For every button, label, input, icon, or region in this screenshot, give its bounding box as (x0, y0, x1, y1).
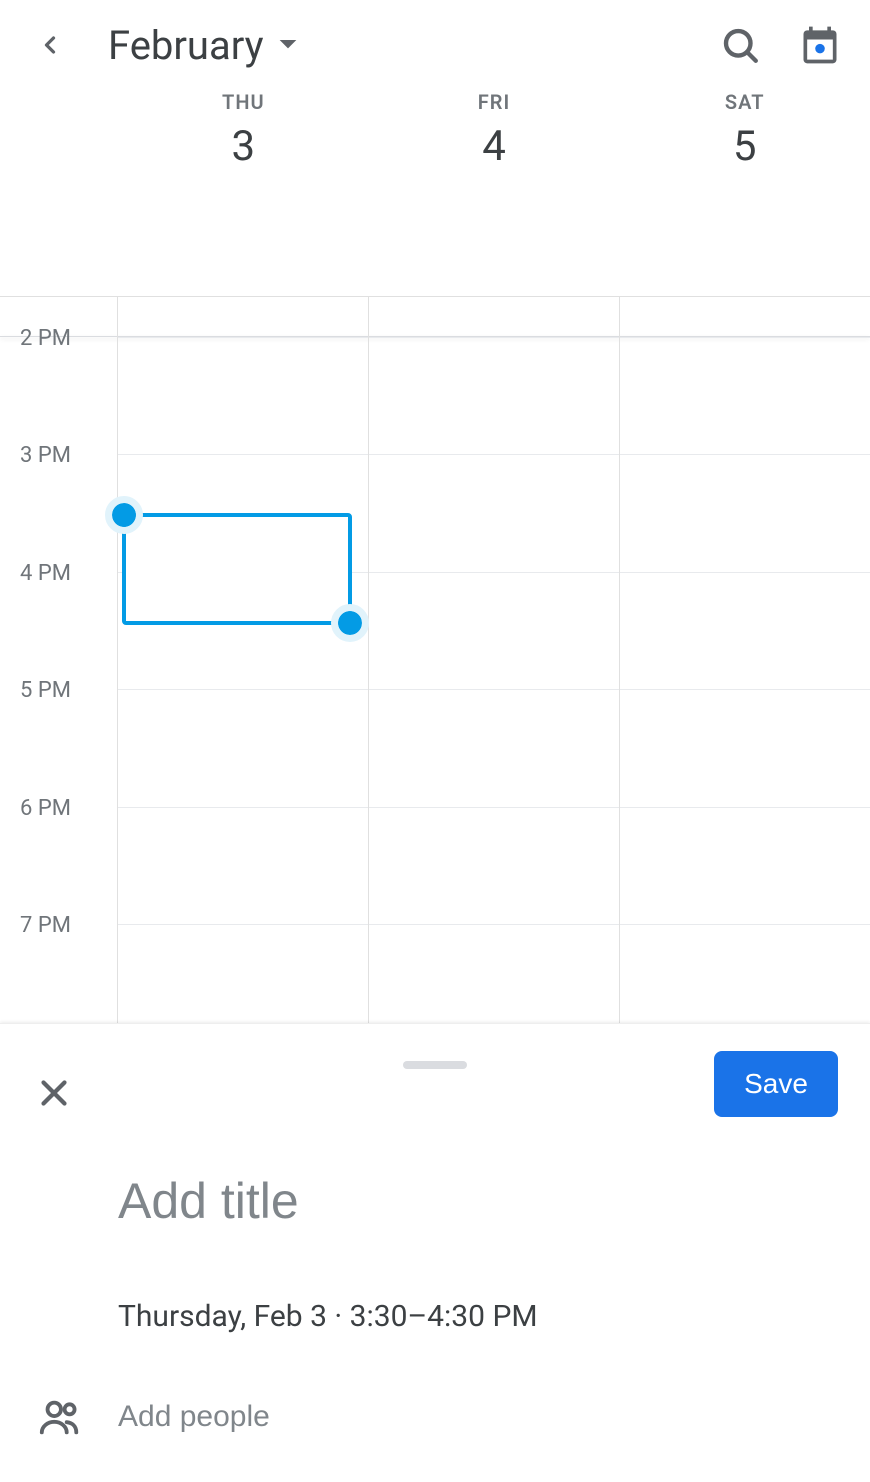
chevron-down-icon (278, 38, 298, 52)
day-number: 5 (619, 122, 870, 171)
new-event-sheet: Save Thursday, Feb 3 · 3:30–4:30 PM (0, 1023, 870, 1482)
day-number: 3 (118, 122, 369, 171)
event-time-text[interactable]: Thursday, Feb 3 · 3:30–4:30 PM (118, 1299, 538, 1334)
hour-label: 2 PM (20, 326, 71, 351)
day-column[interactable] (117, 297, 368, 1023)
calendar-today-icon (798, 23, 842, 67)
hour-label: 5 PM (20, 678, 71, 703)
day-header[interactable]: THU 3 (118, 90, 369, 210)
day-header-row: THU 3 FRI 4 SAT 5 (0, 90, 870, 210)
event-end-handle[interactable] (338, 611, 362, 635)
search-button[interactable] (700, 5, 780, 85)
search-icon (719, 24, 761, 66)
close-button[interactable] (30, 1069, 78, 1117)
hour-label: 4 PM (20, 561, 71, 586)
add-people-row[interactable] (34, 1394, 840, 1440)
save-button[interactable]: Save (714, 1051, 838, 1117)
day-number: 4 (369, 122, 620, 171)
month-label: February (108, 22, 264, 69)
month-dropdown[interactable]: February (108, 22, 298, 69)
hour-label: 7 PM (20, 913, 71, 938)
event-start-handle[interactable] (112, 503, 136, 527)
grid-columns (117, 297, 870, 1023)
day-of-week: FRI (369, 90, 620, 114)
hour-label: 3 PM (20, 443, 71, 468)
chevron-left-icon (36, 23, 64, 67)
new-event-block[interactable] (122, 513, 352, 625)
today-button[interactable] (780, 5, 860, 85)
day-of-week: SAT (619, 90, 870, 114)
back-button[interactable] (10, 5, 90, 85)
calendar-grid[interactable]: 2 PM 3 PM 4 PM 5 PM 6 PM 7 PM (0, 296, 870, 1023)
close-icon (36, 1075, 72, 1111)
app-bar: February (0, 0, 870, 90)
day-header[interactable]: FRI 4 (369, 90, 620, 210)
day-column[interactable] (619, 297, 870, 1023)
day-of-week: THU (118, 90, 369, 114)
day-header[interactable]: SAT 5 (619, 90, 870, 210)
hour-label: 6 PM (20, 796, 71, 821)
day-column[interactable] (368, 297, 619, 1023)
add-people-input[interactable] (118, 1400, 840, 1434)
event-title-input[interactable] (118, 1172, 840, 1230)
sheet-drag-handle[interactable] (403, 1061, 467, 1069)
people-icon (34, 1394, 86, 1440)
